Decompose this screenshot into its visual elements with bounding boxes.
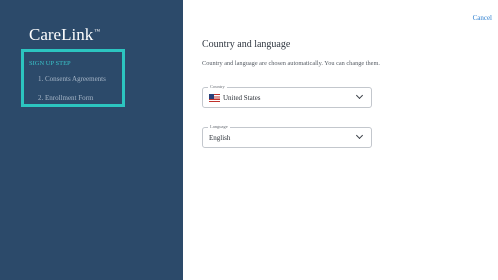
page-title: Country and language — [202, 39, 291, 50]
main-panel: Cancel Country and language Country and … — [183, 0, 498, 280]
step-enrollment-form[interactable]: 2. Enrollment Form — [38, 94, 93, 102]
chevron-down-icon — [355, 91, 364, 100]
language-field-label: Language — [208, 124, 230, 130]
signup-steps-title: SIGN UP STEP — [29, 60, 71, 67]
us-flag-icon — [209, 94, 220, 102]
language-select[interactable]: Language English — [202, 124, 372, 148]
country-field-label: Country — [208, 84, 227, 90]
chevron-down-icon — [355, 131, 364, 140]
step-consents-agreements[interactable]: 1. Consents Agreements — [38, 75, 106, 83]
carelink-logo: CareLink™ — [29, 25, 100, 45]
trademark-symbol: ™ — [94, 29, 101, 35]
country-value: United States — [223, 94, 261, 102]
sidebar: CareLink™ SIGN UP STEP 1. Consents Agree… — [0, 0, 183, 280]
language-value: English — [209, 134, 231, 142]
cancel-link[interactable]: Cancel — [473, 14, 492, 22]
page-description: Country and language are chosen automati… — [202, 60, 380, 67]
country-select[interactable]: Country United States — [202, 84, 372, 108]
brand-name: CareLink — [29, 25, 94, 44]
